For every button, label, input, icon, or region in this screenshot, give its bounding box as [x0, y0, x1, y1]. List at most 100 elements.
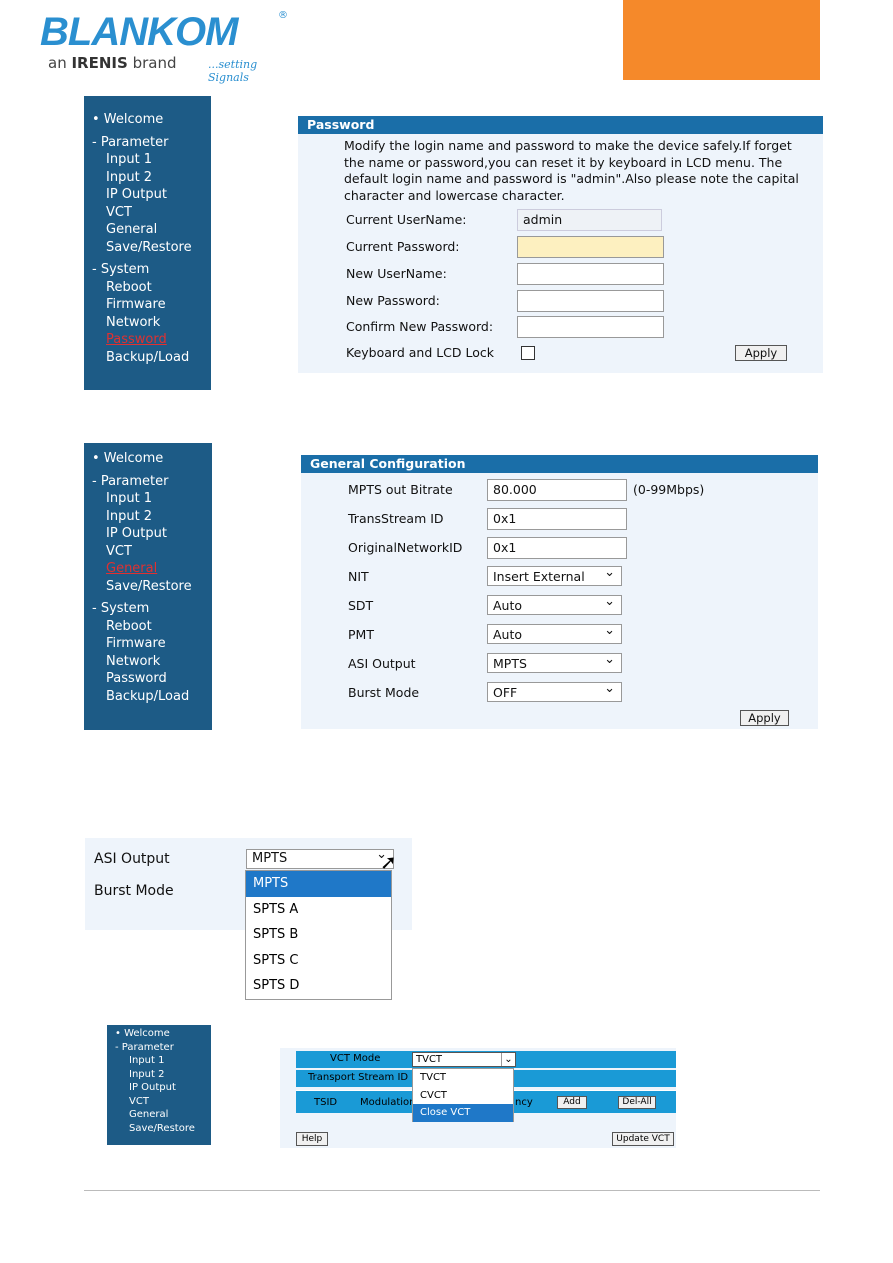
asi-output-select[interactable]: MPTS [246, 846, 394, 869]
current-password-label: Current Password: [346, 239, 460, 254]
vct-mode-option[interactable]: TVCT [413, 1069, 513, 1087]
sidebar-item-firmware[interactable]: Firmware [84, 296, 211, 314]
mpts-bitrate-input[interactable]: 80.000 [487, 479, 627, 501]
asi-output-label: ASI Output [94, 851, 170, 867]
sidebar-item-save-restore[interactable]: Save/Restore [84, 239, 211, 257]
sidebar-nav-3: • Welcome - Parameter Input 1 Input 2 IP Out… [107, 1025, 211, 1145]
asi-output-options-list: MPTS SPTS A SPTS B SPTS C SPTS D [245, 870, 392, 1000]
sidebar-item-password[interactable]: Password [84, 670, 212, 688]
sidebar-item-welcome[interactable]: • Welcome [84, 111, 211, 129]
sidebar-item-general[interactable]: General [107, 1108, 211, 1122]
sidebar-item-input-1[interactable]: Input 1 [84, 151, 211, 169]
new-password-field[interactable] [517, 290, 664, 312]
asi-option[interactable]: SPTS A [246, 897, 391, 923]
sidebar-item-input-1[interactable]: Input 1 [84, 490, 212, 508]
sidebar-item-welcome[interactable]: • Welcome [84, 450, 212, 468]
sidebar-item-vct[interactable]: VCT [107, 1095, 211, 1109]
sidebar-item-input-1[interactable]: Input 1 [107, 1054, 211, 1068]
sidebar-item-input-2[interactable]: Input 2 [84, 508, 212, 526]
bitrate-hint: (0-99Mbps) [633, 482, 705, 497]
help-button[interactable]: Help [296, 1132, 328, 1146]
sidebar-item-system[interactable]: - System [84, 261, 211, 279]
sidebar-item-reboot[interactable]: Reboot [84, 279, 211, 297]
burst-mode-label: Burst Mode [94, 883, 174, 899]
confirm-password-label: Confirm New Password: [346, 319, 494, 334]
sidebar-item-welcome[interactable]: • Welcome [107, 1027, 211, 1041]
sidebar-nav-2: • Welcome - Parameter Input 1 Input 2 IP Out… [84, 443, 212, 730]
sidebar-item-parameter[interactable]: - Parameter [84, 473, 212, 491]
pmt-label: PMT [348, 627, 374, 642]
col-tsid: TSID [314, 1097, 338, 1108]
sdt-label: SDT [348, 598, 374, 613]
sdt-select[interactable]: Auto [487, 592, 622, 615]
password-panel: Password Modify the login name and passw… [298, 116, 823, 373]
original-network-id-label: OriginalNetworkID [348, 540, 463, 555]
asi-option[interactable]: SPTS B [246, 922, 391, 948]
col-modulation: Modulation [360, 1097, 416, 1108]
sidebar-item-parameter[interactable]: - Parameter [107, 1041, 211, 1055]
sidebar-item-network[interactable]: Network [84, 653, 212, 671]
sidebar-item-input-2[interactable]: Input 2 [107, 1068, 211, 1082]
nit-label: NIT [348, 569, 369, 584]
sidebar-item-save-restore[interactable]: Save/Restore [107, 1122, 211, 1136]
sidebar-item-backup-load[interactable]: Backup/Load [84, 349, 211, 367]
panel-title: Password [298, 116, 823, 134]
asi-option[interactable]: SPTS C [246, 948, 391, 974]
sidebar-item-password[interactable]: Password [84, 331, 211, 349]
password-description: Modify the login name and password to ma… [344, 138, 799, 203]
transport-stream-id-label: Transport Stream ID [308, 1072, 409, 1083]
burst-mode-label: Burst Mode [348, 685, 420, 700]
update-vct-button[interactable]: Update VCT [612, 1132, 674, 1146]
sidebar-item-firmware[interactable]: Firmware [84, 635, 212, 653]
sidebar-item-save-restore[interactable]: Save/Restore [84, 578, 212, 596]
vct-mode-label: VCT Mode [330, 1053, 381, 1064]
blankom-logo: BLANKOM ® an IRENIS brand ...setting Sig… [40, 10, 288, 84]
lock-label: Keyboard and LCD Lock [346, 345, 495, 360]
transstream-id-label: TransStream ID [348, 511, 444, 526]
vct-mode-select[interactable]: TVCT ⌄ [412, 1052, 516, 1067]
sidebar-item-general[interactable]: General [84, 560, 212, 578]
new-username-label: New UserName: [346, 266, 447, 281]
sidebar-nav-1: • Welcome - Parameter Input 1 Input 2 IP Out… [84, 96, 211, 390]
add-button[interactable]: Add [557, 1096, 587, 1109]
panel-title: General Configuration [301, 455, 818, 473]
asi-option[interactable]: MPTS [246, 871, 391, 897]
sidebar-item-input-2[interactable]: Input 2 [84, 169, 211, 187]
sidebar-item-ip-output[interactable]: IP Output [107, 1081, 211, 1095]
sidebar-item-general[interactable]: General [84, 221, 211, 239]
confirm-password-field[interactable] [517, 316, 664, 338]
current-password-field[interactable] [517, 236, 664, 258]
vct-mode-options-list: TVCT CVCT Close VCT [412, 1068, 514, 1122]
lock-checkbox[interactable] [521, 346, 535, 360]
current-username-field[interactable]: admin [517, 209, 662, 231]
original-network-id-input[interactable]: 0x1 [487, 537, 627, 559]
apply-button[interactable]: Apply [740, 710, 789, 726]
apply-button[interactable]: Apply [735, 345, 787, 361]
sidebar-item-reboot[interactable]: Reboot [84, 618, 212, 636]
vct-mode-option[interactable]: Close VCT [413, 1104, 513, 1122]
nit-select[interactable]: Insert External [487, 563, 622, 586]
sidebar-item-parameter[interactable]: - Parameter [84, 134, 211, 152]
del-all-button[interactable]: Del-All [618, 1096, 656, 1109]
footer-divider [84, 1190, 820, 1191]
orange-header-block [623, 0, 820, 80]
sidebar-item-ip-output[interactable]: IP Output [84, 186, 211, 204]
sidebar-item-vct[interactable]: VCT [84, 543, 212, 561]
vct-mode-option[interactable]: CVCT [413, 1087, 513, 1105]
asi-output-select[interactable]: MPTS [487, 650, 622, 673]
burst-mode-select[interactable]: OFF [487, 679, 622, 702]
vct-panel: VCT Mode TVCT ⌄ Transport Stream ID TSID … [280, 1048, 676, 1148]
transstream-id-input[interactable]: 0x1 [487, 508, 627, 530]
sidebar-item-backup-load[interactable]: Backup/Load [84, 688, 212, 706]
asi-option[interactable]: SPTS D [246, 973, 391, 999]
new-password-label: New Password: [346, 293, 440, 308]
mpts-bitrate-label: MPTS out Bitrate [348, 482, 453, 497]
new-username-field[interactable] [517, 263, 664, 285]
sidebar-item-ip-output[interactable]: IP Output [84, 525, 212, 543]
sidebar-item-vct[interactable]: VCT [84, 204, 211, 222]
general-configuration-panel: General Configuration MPTS out Bitrate 80… [301, 455, 818, 729]
asi-output-label: ASI Output [348, 656, 416, 671]
sidebar-item-network[interactable]: Network [84, 314, 211, 332]
pmt-select[interactable]: Auto [487, 621, 622, 644]
sidebar-item-system[interactable]: - System [84, 600, 212, 618]
